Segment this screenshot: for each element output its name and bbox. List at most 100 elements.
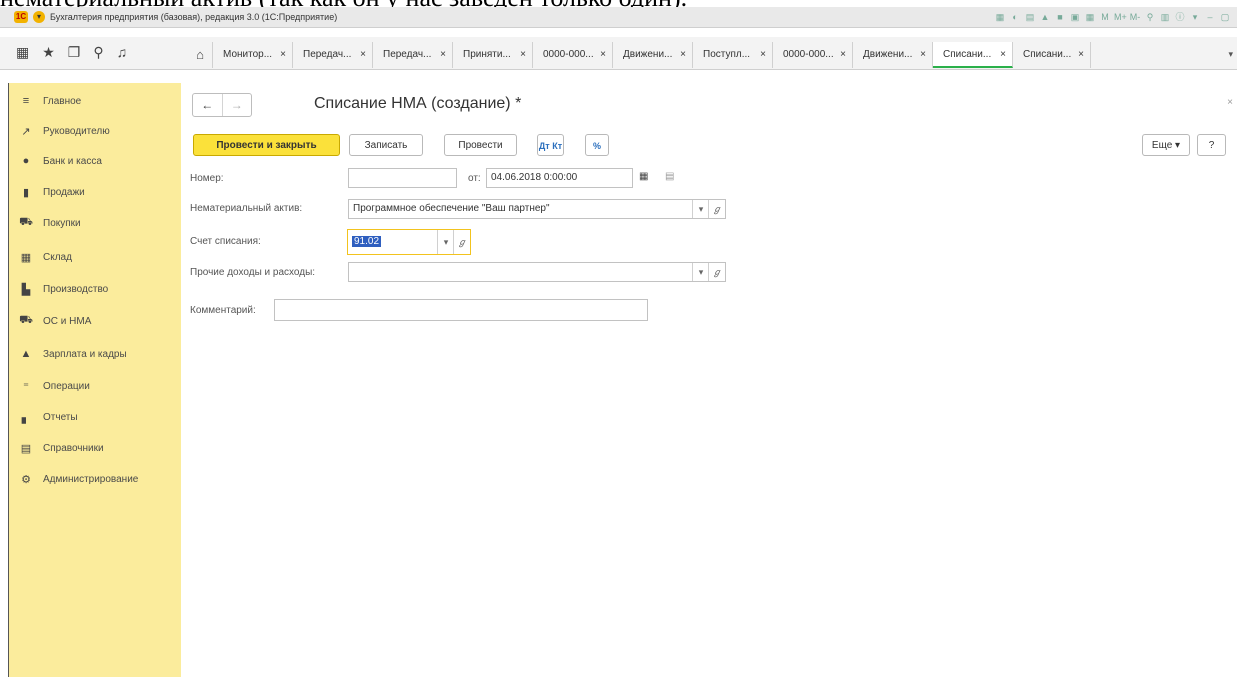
tab-close-icon[interactable]: × (920, 42, 926, 68)
bar-chart-icon: ▖ (21, 411, 31, 424)
grid-icon[interactable]: ▦ (16, 44, 29, 61)
account-open-link-icon[interactable]: ℊ (453, 230, 470, 254)
sidebar-item-reports[interactable]: ▖ Отчеты (19, 407, 78, 427)
tab-label: Монитор... (223, 49, 273, 60)
tab-item[interactable]: Движени... × (613, 42, 693, 68)
other-income-select-button[interactable]: ▾ (692, 263, 709, 281)
number-field[interactable] (348, 168, 457, 188)
percent-icon[interactable]: % (585, 134, 609, 156)
zoom-icon[interactable]: ⚲ (1144, 11, 1156, 23)
titlebar-tool-icon[interactable]: ▤ (1024, 11, 1036, 23)
history-nav: ← → (192, 93, 252, 117)
tab-close-icon[interactable]: × (1078, 42, 1084, 68)
star-icon[interactable]: ★ (42, 44, 55, 61)
post-and-close-button[interactable]: Провести и закрыть (193, 134, 340, 156)
tab-close-icon[interactable]: × (600, 42, 606, 68)
search-icon[interactable]: ⚲ (93, 44, 103, 61)
sidebar-item-manager[interactable]: ↗ Руководителю (19, 121, 109, 141)
account-select-button[interactable]: ▾ (437, 230, 454, 254)
tab-item[interactable]: 0000-000... × (533, 42, 613, 68)
tab-item[interactable]: Передач... × (373, 42, 453, 68)
maximize-button[interactable]: ▢ (1219, 11, 1231, 23)
info-icon[interactable]: ⓘ (1174, 11, 1186, 23)
minimize-button[interactable]: – (1204, 11, 1216, 23)
help-button[interactable]: ? (1197, 134, 1226, 156)
back-button[interactable]: ← (193, 94, 222, 116)
history-icon[interactable]: ❐ (68, 44, 81, 61)
cart-icon: ⛟ (19, 216, 33, 228)
tab-item-active[interactable]: Списани... × (933, 42, 1013, 68)
sidebar-item-production[interactable]: ▙ Производство (19, 279, 108, 299)
sidebar-item-label: Справочники (43, 442, 104, 454)
memory-m-button[interactable]: M (1099, 11, 1111, 23)
asset-select-button[interactable]: ▾ (692, 200, 709, 218)
dt-kt-icon[interactable]: Дт Кт (537, 134, 564, 156)
bag-icon: ▮ (22, 186, 30, 199)
dropdown-icon[interactable]: ▾ (1189, 11, 1201, 23)
date-field[interactable]: 04.06.2018 0:00:00 (486, 168, 633, 188)
tab-label: Движени... (863, 49, 913, 60)
menu-icon: ≡ (22, 95, 30, 107)
close-form-icon[interactable]: × (1227, 97, 1233, 108)
sidebar-item-bank[interactable]: ● Банк и касса (19, 151, 102, 171)
more-button[interactable]: Еще ▾ (1142, 134, 1190, 156)
bell-icon[interactable]: ♫ (117, 44, 128, 61)
sidebar-item-administration[interactable]: ⚙ Администрирование (19, 469, 138, 489)
titlebar-tool-icon[interactable]: ▦ (994, 11, 1006, 23)
titlebar-tool-icon[interactable]: ▦ (1084, 11, 1096, 23)
other-income-open-link-icon[interactable]: ℊ (708, 263, 725, 281)
sidebar-item-label: Банк и касса (43, 155, 102, 167)
save-button[interactable]: Записать (349, 134, 423, 156)
home-tab[interactable]: ⌂ (188, 42, 213, 68)
asset-open-link-icon[interactable]: ℊ (708, 200, 725, 218)
sidebar-item-warehouse[interactable]: ▦ Склад (19, 247, 72, 267)
tab-item[interactable]: Движени... × (853, 42, 933, 68)
date-table-icon[interactable]: ▤ (665, 171, 674, 182)
tab-close-icon[interactable]: × (760, 42, 766, 68)
tab-close-icon[interactable]: × (520, 42, 526, 68)
tab-item[interactable]: 0000-000... × (773, 42, 853, 68)
tab-item[interactable]: Поступл... × (693, 42, 773, 68)
titlebar-tool-icon[interactable]: ■ (1054, 11, 1066, 23)
asset-field[interactable]: Программное обеспечение "Ваш партнер" ▾ … (348, 199, 726, 219)
sidebar-item-sales[interactable]: ▮ Продажи (19, 182, 85, 202)
person-icon: ▲ (20, 348, 32, 360)
truck-icon: ⛟ (19, 314, 33, 326)
asset-value: Программное обеспечение "Ваш партнер" (353, 203, 550, 214)
tab-item[interactable]: Монитор... × (213, 42, 293, 68)
titlebar-tool-icon[interactable]: ▣ (1069, 11, 1081, 23)
gear-icon: ⚙ (21, 473, 31, 486)
titlebar-tool-icon[interactable]: ◐ (1009, 11, 1021, 23)
comment-field[interactable] (274, 299, 648, 321)
tab-close-icon[interactable]: × (840, 42, 846, 68)
forward-button[interactable]: → (221, 94, 252, 116)
tab-close-icon[interactable]: × (440, 42, 446, 68)
account-field[interactable]: 91.02 ▾ ℊ (347, 229, 471, 255)
memory-mplus-button[interactable]: M+ (1114, 11, 1127, 23)
calendar-icon[interactable]: ▦ (639, 171, 648, 182)
sidebar-item-fixed-assets[interactable]: ⛟ ОС и НМА (19, 311, 91, 331)
post-button[interactable]: Провести (444, 134, 517, 156)
sidebar-item-purchases[interactable]: ⛟ Покупки (19, 213, 81, 233)
sidebar-item-payroll[interactable]: ▲ Зарплата и кадры (19, 344, 127, 364)
tab-item[interactable]: Списани... × (1013, 42, 1091, 68)
main-menu-button[interactable]: ▾ (33, 11, 45, 23)
book-icon: ▤ (20, 442, 32, 455)
date-label: от: (468, 173, 481, 184)
other-income-field[interactable]: ▾ ℊ (348, 262, 726, 282)
app-logo-icon: 1С (14, 11, 28, 23)
tab-item[interactable]: Передач... × (293, 42, 373, 68)
sidebar-item-main[interactable]: ≡ Главное (19, 91, 81, 111)
sidebar-item-operations[interactable]: ⁼ Операции (19, 376, 90, 396)
tabs-more-icon[interactable]: ▾ (1228, 49, 1233, 60)
tab-close-icon[interactable]: × (280, 42, 286, 68)
tab-close-icon[interactable]: × (360, 42, 366, 68)
tab-item[interactable]: Приняти... × (453, 42, 533, 68)
sidebar-item-catalogs[interactable]: ▤ Справочники (19, 438, 104, 458)
titlebar-tool-icon[interactable]: ▲ (1039, 11, 1051, 23)
tab-close-icon[interactable]: × (680, 42, 686, 68)
memory-mminus-button[interactable]: M- (1129, 11, 1141, 23)
panel-icon[interactable]: ▥ (1159, 11, 1171, 23)
tab-close-icon[interactable]: × (1000, 42, 1006, 68)
asset-label: Нематериальный актив: (190, 203, 303, 214)
